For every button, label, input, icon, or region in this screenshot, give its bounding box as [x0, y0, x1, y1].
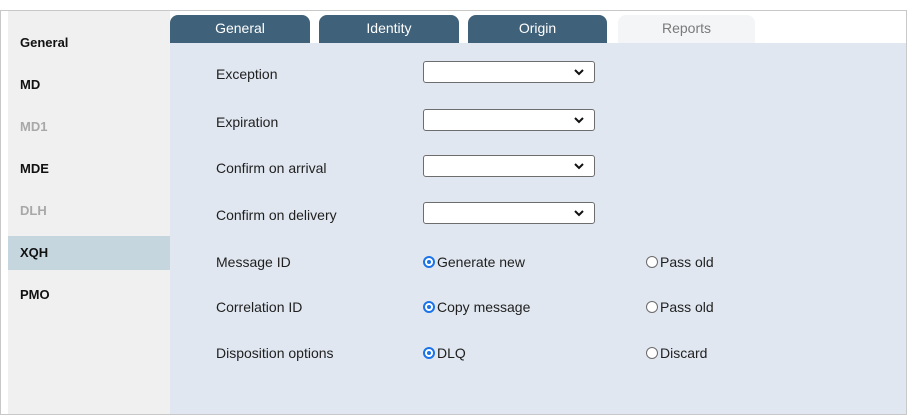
- sidebar-item-dlh[interactable]: DLH: [8, 194, 170, 228]
- radio-label: DLQ: [437, 345, 466, 361]
- tab-general[interactable]: General: [170, 15, 310, 43]
- chevron-down-icon: [574, 117, 584, 124]
- disposition-options-label: Disposition options: [216, 345, 334, 361]
- radio-unselected-icon: [646, 256, 658, 268]
- tab-identity[interactable]: Identity: [319, 15, 459, 43]
- radio-selected-icon: [423, 256, 435, 268]
- confirm-arrival-select[interactable]: [423, 155, 595, 177]
- message-id-pass-old-radio[interactable]: Pass old: [646, 254, 714, 270]
- radio-label: Copy message: [437, 299, 531, 315]
- exception-select[interactable]: [423, 61, 595, 83]
- tab-reports[interactable]: Reports: [618, 15, 755, 43]
- sidebar-item-pmo[interactable]: PMO: [8, 278, 170, 312]
- message-id-generate-radio[interactable]: Generate new: [423, 254, 525, 270]
- tab-label: Origin: [518, 20, 557, 36]
- correlation-id-copy-radio[interactable]: Copy message: [423, 299, 530, 315]
- sidebar-item-xqh[interactable]: XQH: [8, 236, 170, 270]
- confirm-delivery-label: Confirm on delivery: [216, 207, 337, 223]
- sidebar-item-label: MDE: [20, 161, 49, 176]
- sidebar-item-label: XQH: [20, 245, 49, 260]
- radio-label: Discard: [660, 345, 708, 361]
- sidebar-item-general[interactable]: General: [8, 26, 170, 60]
- correlation-id-label: Correlation ID: [216, 299, 303, 315]
- disposition-dlq-radio[interactable]: DLQ: [423, 345, 466, 361]
- expiration-select[interactable]: [423, 109, 595, 131]
- sidebar-item-label: MD: [20, 77, 41, 92]
- expiration-label: Expiration: [216, 114, 279, 130]
- correlation-id-pass-old-radio[interactable]: Pass old: [646, 299, 714, 315]
- sidebar-item-label: MD1: [20, 119, 48, 134]
- radio-label: Generate new: [437, 254, 525, 270]
- exception-label: Exception: [216, 66, 278, 82]
- radio-unselected-icon: [646, 347, 658, 359]
- disposition-discard-radio[interactable]: Discard: [646, 345, 707, 361]
- sidebar-item-mde[interactable]: MDE: [8, 152, 170, 186]
- chevron-down-icon: [574, 163, 584, 170]
- sidebar-item-md[interactable]: MD: [8, 68, 170, 102]
- confirm-delivery-select[interactable]: [423, 202, 595, 224]
- radio-unselected-icon: [646, 301, 658, 313]
- confirm-arrival-label: Confirm on arrival: [216, 160, 327, 176]
- tab-label: Reports: [661, 20, 712, 36]
- message-id-label: Message ID: [216, 254, 291, 270]
- radio-label: Pass old: [660, 254, 714, 270]
- sidebar-item-label: PMO: [20, 287, 50, 302]
- chevron-down-icon: [574, 210, 584, 217]
- radio-selected-icon: [423, 347, 435, 359]
- radio-label: Pass old: [660, 299, 714, 315]
- tab-origin[interactable]: Origin: [468, 15, 607, 43]
- sidebar-item-md1[interactable]: MD1: [8, 110, 170, 144]
- sidebar-item-label: DLH: [20, 203, 47, 218]
- radio-selected-icon: [423, 301, 435, 313]
- tab-label: General: [215, 20, 265, 36]
- tab-label: Identity: [366, 20, 412, 36]
- sidebar-item-label: General: [20, 35, 69, 50]
- sidebar: General MD MD1 MDE DLH XQH PMO: [8, 11, 170, 414]
- chevron-down-icon: [574, 69, 584, 76]
